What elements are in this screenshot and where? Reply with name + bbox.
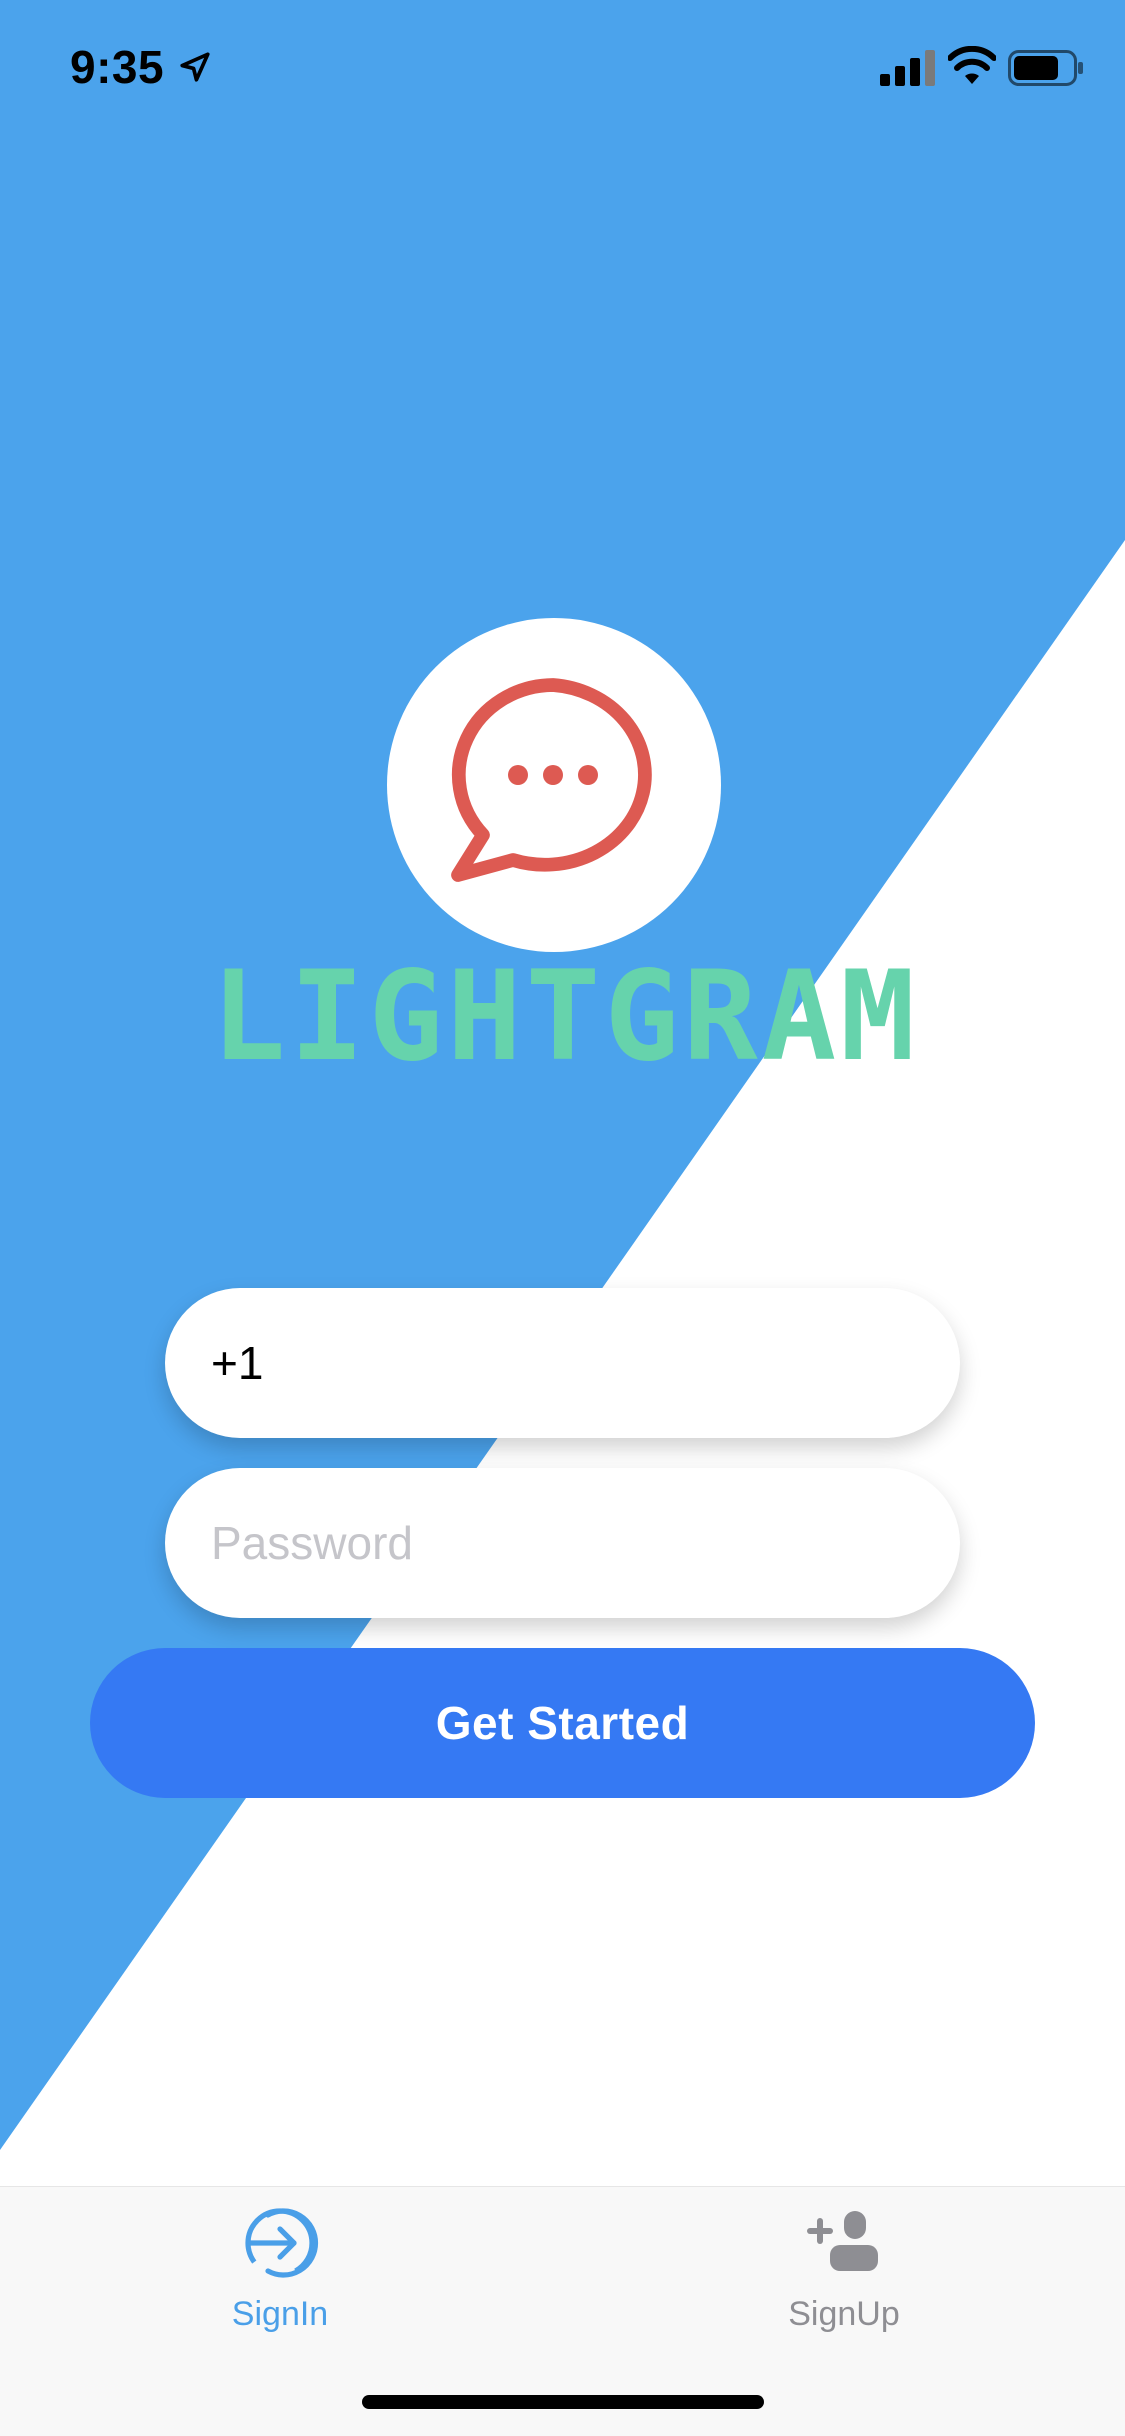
phone-field[interactable] <box>165 1288 960 1438</box>
get-started-button[interactable]: Get Started <box>90 1648 1035 1798</box>
add-user-icon <box>807 2211 878 2271</box>
battery-icon <box>1008 50 1083 86</box>
home-indicator[interactable] <box>362 2395 764 2409</box>
cellular-signal-icon <box>880 50 935 86</box>
location-arrow-icon <box>180 52 210 82</box>
tab-signup[interactable]: SignUp <box>694 2203 994 2353</box>
phone-input[interactable] <box>211 1336 911 1390</box>
tab-signin[interactable]: SignIn <box>130 2203 430 2353</box>
tab-signin-label: SignIn <box>231 2295 329 2333</box>
status-time: 9:35 <box>70 41 165 93</box>
tab-signup-label: SignUp <box>788 2295 900 2333</box>
sign-in-arrow-icon <box>245 2208 319 2278</box>
chat-bubble-icon <box>451 678 652 882</box>
wifi-icon <box>948 46 996 84</box>
diagonal-blue-background <box>0 0 1125 2150</box>
app-brand-logo-text: LIGHTGRAM <box>211 945 919 1089</box>
password-field[interactable] <box>165 1468 960 1618</box>
status-bar: 9:35 <box>0 0 1125 140</box>
password-input[interactable] <box>211 1516 911 1570</box>
sign-in-screen: 9:35 LIGHTGRAM Get St <box>0 0 1125 2436</box>
